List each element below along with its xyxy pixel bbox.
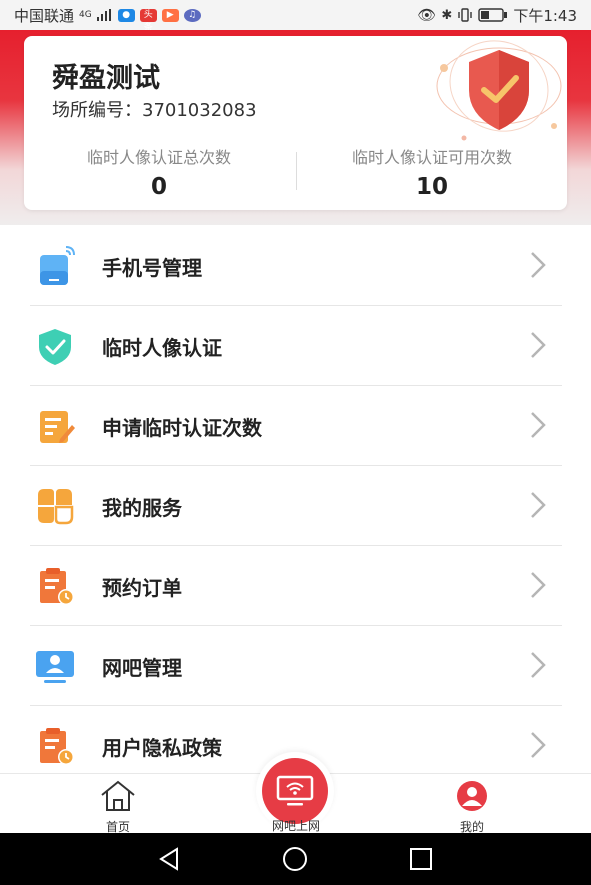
venue-code-value: 3701032083: [142, 100, 257, 121]
stat-total-value: 0: [150, 174, 167, 200]
stat-total-label: 临时人像认证总次数: [86, 148, 231, 167]
stat-total: 临时人像认证总次数 0: [24, 144, 294, 200]
menu-item-label: 我的服务: [102, 496, 182, 520]
battery-icon: [478, 8, 508, 22]
clipboard-clock-icon: [40, 728, 74, 765]
chevron-right-icon: [531, 252, 546, 278]
home-icon: [101, 780, 135, 811]
center-button-circle: [262, 758, 328, 824]
menu-item-reservation-orders[interactable]: 预约订单: [30, 545, 562, 626]
venue-code: 场所编号：3701032083: [52, 96, 257, 122]
venue-card: 舜盈测试 场所编号：3701032083 临时人像认证总次数 0 临时人像认证可…: [24, 36, 567, 210]
stat-available-value: 10: [415, 174, 448, 200]
menu-item-label: 用户隐私政策: [102, 736, 222, 760]
chevron-right-icon: [531, 652, 546, 678]
tab-home[interactable]: 首页: [58, 780, 178, 835]
user-icon: [457, 781, 487, 811]
menu-item-label: 手机号管理: [102, 256, 202, 280]
vibrate-icon: [458, 8, 473, 22]
message-app-icon: ●: [117, 8, 135, 22]
menu-item-label: 临时人像认证: [102, 336, 222, 360]
monitor-user-icon: [36, 651, 74, 683]
phone-icon: [40, 246, 75, 285]
chevron-right-icon: [531, 332, 546, 358]
stat-available-label: 临时人像认证可用次数: [351, 148, 512, 167]
wifi-monitor-icon: [276, 775, 314, 806]
menu-item-label: 申请临时认证次数: [102, 416, 262, 440]
system-nav-bar: [0, 833, 591, 885]
clipboard-clock-icon: [40, 568, 74, 605]
signal-icon: [96, 9, 111, 21]
menu-item-netcafe-management[interactable]: 网吧管理: [30, 625, 562, 706]
status-bar: 中国联通 4G ● 头条 ▶ ♫ 👁 ✱ 下午1:43: [0, 0, 591, 33]
network-type: 4G: [79, 10, 92, 20]
chevron-right-icon: [531, 572, 546, 598]
recents-icon[interactable]: [407, 845, 435, 873]
tab-center-label: 网吧上网: [271, 819, 320, 833]
toutiao-app-icon: 头条: [139, 8, 157, 33]
menu-item-apply-auth-count[interactable]: 申请临时认证次数: [30, 385, 562, 466]
back-icon[interactable]: [155, 845, 183, 873]
venue-code-label: 场所编号：: [52, 100, 142, 121]
menu-item-my-services[interactable]: 我的服务: [30, 465, 562, 546]
video-app-icon: ▶: [161, 8, 179, 22]
stat-available: 临时人像认证可用次数 10: [297, 144, 567, 200]
chevron-right-icon: [531, 492, 546, 518]
carrier-text: 中国联通: [14, 6, 75, 25]
eye-icon: 👁: [417, 6, 437, 24]
clock-text: 下午1:43: [513, 6, 577, 25]
home-nav-icon[interactable]: [281, 845, 309, 873]
menu-item-phone-management[interactable]: 手机号管理: [30, 225, 562, 306]
chevron-right-icon: [531, 412, 546, 438]
menu-list: 手机号管理 临时人像认证 申请临时认证次数 我的服务 预约订单 网吧管理 用户隐…: [0, 225, 591, 773]
menu-item-label: 网吧管理: [102, 656, 182, 680]
venue-name: 舜盈测试: [52, 63, 160, 94]
chevron-right-icon: [531, 732, 546, 758]
tab-mine[interactable]: 我的: [412, 780, 532, 835]
service-grid-icon: [38, 489, 74, 525]
menu-item-label: 预约订单: [102, 576, 182, 600]
shield-check-icon: [39, 329, 71, 365]
music-app-icon: ♫: [183, 8, 201, 22]
bluetooth-icon: ✱: [441, 7, 453, 23]
edit-document-icon: [40, 411, 75, 443]
shield-illustration-icon: [436, 40, 562, 141]
menu-item-temp-face-auth[interactable]: 临时人像认证: [30, 305, 562, 386]
